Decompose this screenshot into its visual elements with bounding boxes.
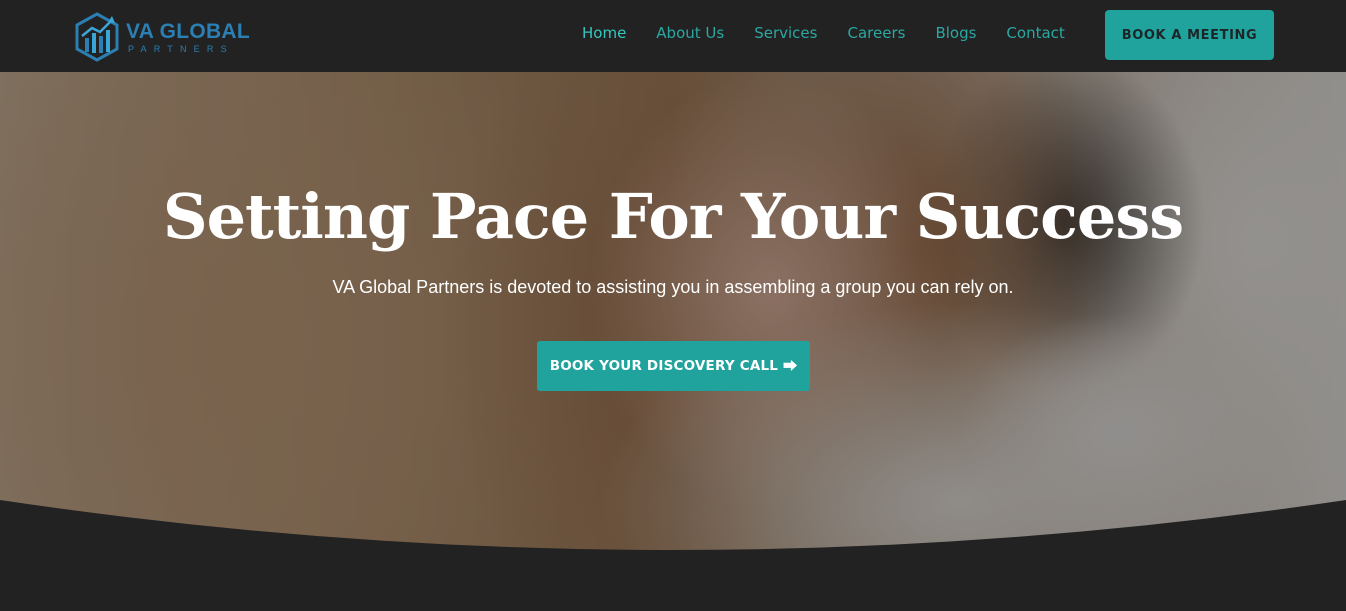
nav-services[interactable]: Services — [754, 24, 817, 42]
nav-about-us[interactable]: About Us — [656, 24, 724, 42]
nav-contact[interactable]: Contact — [1006, 24, 1064, 42]
hero-section: Setting Pace For Your Success VA Global … — [0, 72, 1346, 552]
hero-title: Setting Pace For Your Success — [162, 180, 1184, 253]
cta-label: BOOK YOUR DISCOVERY CALL — [549, 358, 779, 374]
brand-name: VA GLOBAL — [126, 20, 251, 43]
hexagon-growth-icon — [75, 12, 119, 62]
main-nav: Home About Us Services Careers Blogs Con… — [582, 24, 1095, 42]
hero-subtitle: VA Global Partners is devoted to assisti… — [332, 277, 1014, 297]
nav-home[interactable]: Home — [582, 24, 626, 42]
nav-careers[interactable]: Careers — [847, 24, 905, 42]
arrow-right-icon: ⮕ — [783, 359, 798, 375]
nav-blogs[interactable]: Blogs — [935, 24, 976, 42]
book-discovery-call-button[interactable]: BOOK YOUR DISCOVERY CALL ⮕ — [537, 341, 810, 391]
book-meeting-button[interactable]: BOOK A MEETING — [1105, 10, 1274, 60]
brand-tagline: PARTNERS — [128, 44, 234, 54]
brand-logo[interactable]: VA GLOBAL PARTNERS — [72, 8, 262, 66]
hero-bottom-curve — [0, 500, 1346, 552]
site-header: VA GLOBAL PARTNERS Home About Us Service… — [0, 0, 1346, 72]
